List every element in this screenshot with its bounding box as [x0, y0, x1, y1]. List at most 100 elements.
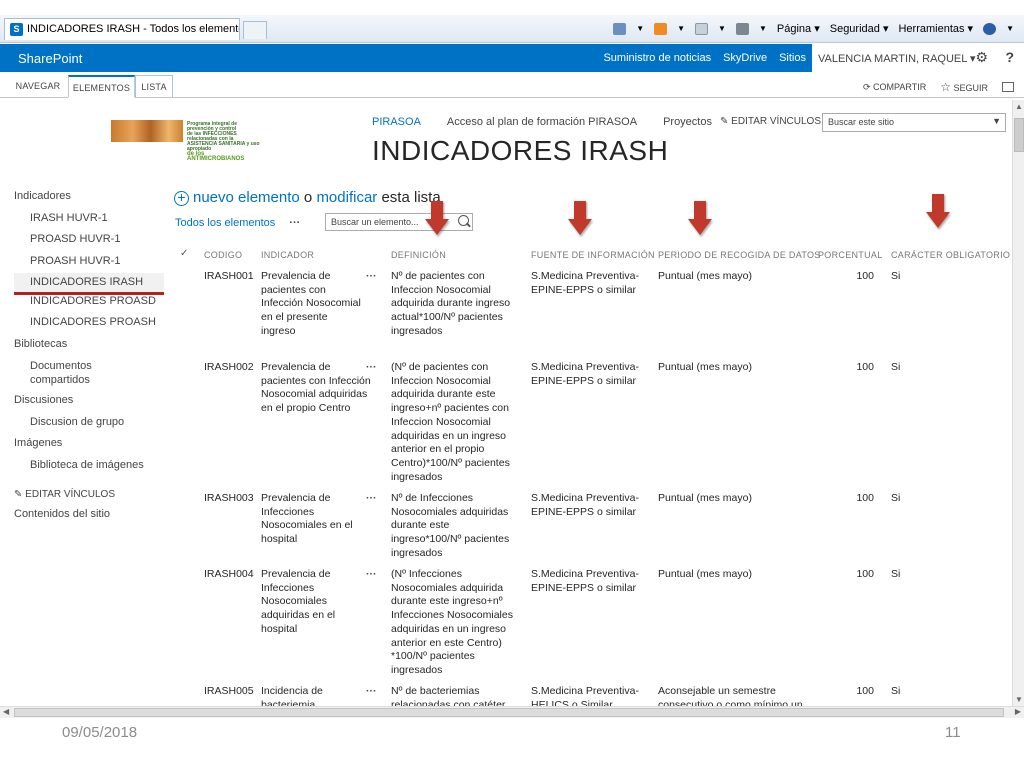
rss-icon[interactable] [654, 22, 668, 35]
horizontal-scrollbar[interactable]: ◀ ▶ [0, 706, 1024, 718]
annotation-arrow-down [568, 201, 592, 237]
slide-number: 11 [945, 724, 961, 741]
logo-text: Programa integral de prevención y contro… [187, 121, 260, 163]
home-icon[interactable] [613, 22, 627, 35]
search-icon[interactable] [458, 215, 469, 226]
tab-elementos[interactable]: ELEMENTOS [68, 75, 135, 98]
nav-item-documentos[interactable]: Documentos compartidos [14, 359, 124, 394]
scroll-up-icon[interactable]: ▲ [1015, 102, 1023, 111]
scroll-right-icon[interactable]: ▶ [1015, 707, 1021, 716]
sharepoint-brand[interactable]: SharePoint [18, 51, 82, 66]
scroll-down-icon[interactable]: ▼ [1015, 695, 1023, 704]
item-menu-icon[interactable]: ··· [366, 685, 377, 699]
menu-seguridad[interactable]: Seguridad ▾ [830, 22, 889, 35]
vertical-scrollbar[interactable]: ▲ ▼ [1012, 100, 1024, 706]
browser-toolbar: S INDICADORES IRASH - Todos los elemento… [0, 15, 1024, 43]
col-caracter[interactable]: CARÁCTER OBLIGATORIO [891, 250, 1010, 260]
view-more-icon[interactable]: ··· [289, 217, 300, 229]
sharepoint-icon: S [10, 23, 23, 36]
ribbon: NAVEGAR ELEMENTOS LISTA ⟳ COMPARTIR ☆ SE… [0, 72, 1024, 98]
cell-periodo: Puntual (mes mayo) [658, 270, 752, 282]
nav-heading-bibliotecas[interactable]: Bibliotecas [14, 338, 164, 360]
suite-bar: SharePoint Suministro de noticias SkyDri… [0, 44, 1024, 72]
suite-link-sites[interactable]: Sitios [779, 52, 806, 64]
list-search-input[interactable]: Buscar un elemento... [325, 213, 473, 231]
cell-indicador[interactable]: Prevalencia de Infecciones Nosocomiales … [261, 568, 361, 637]
suite-links: Suministro de noticias SkyDrive Sitios [603, 52, 806, 64]
nav-heading-discusiones[interactable]: Discusiones [14, 394, 164, 416]
vertical-scroll-thumb[interactable] [1014, 118, 1024, 152]
chevron-down-icon[interactable]: ▼ [992, 116, 1001, 126]
pirasoa-logo[interactable]: Programa integral de prevención y contro… [111, 120, 261, 162]
nav-item-indicadores-irash[interactable]: INDICADORES IRASH [14, 273, 164, 295]
cell-indicador[interactable]: Incidencia de bacteriemia [261, 685, 331, 706]
follow-button[interactable]: ☆ SEGUIR [940, 80, 988, 94]
ribbon-actions: ⟳ COMPARTIR ☆ SEGUIR [863, 80, 1014, 94]
focus-content-icon[interactable] [1002, 82, 1014, 92]
browser-tab[interactable]: S INDICADORES IRASH - Todos los elemento… [4, 18, 240, 40]
suite-link-newsfeed[interactable]: Suministro de noticias [603, 52, 711, 64]
browser-tab-title: INDICADORES IRASH - Todos los elementos [27, 23, 240, 35]
table-row[interactable]: IRASH005 Incidencia de bacteriemia ··· N… [0, 685, 1010, 706]
edit-links-left[interactable]: ✎ EDITAR VÍNCULOS [14, 489, 164, 508]
cell-indicador[interactable]: Prevalencia de pacientes con Infección N… [261, 270, 361, 339]
nav-item-discusion-grupo[interactable]: Discusion de grupo [14, 416, 164, 438]
scroll-left-icon[interactable]: ◀ [3, 707, 9, 716]
select-all-checkbox[interactable]: ✓ [180, 248, 189, 259]
col-porcentual[interactable]: PORCENTUAL [818, 250, 883, 260]
cell-definicion: (Nº de pacientes con Infeccion Nosocomia… [391, 361, 510, 483]
nav-site-contents[interactable]: Contenidos del sitio [14, 508, 164, 530]
nav-item-biblioteca-imagenes[interactable]: Biblioteca de imágenes [14, 459, 164, 481]
col-indicador[interactable]: INDICADOR [261, 250, 314, 260]
new-item-link[interactable]: nuevo elemento [193, 189, 300, 206]
suite-link-skydrive[interactable]: SkyDrive [723, 52, 767, 64]
new-tab-button[interactable] [243, 21, 267, 39]
nav-heading-indicadores[interactable]: Indicadores [14, 190, 164, 212]
col-fuente[interactable]: FUENTE DE INFORMACIÓN [531, 250, 655, 260]
horizontal-scroll-thumb[interactable] [14, 708, 1004, 717]
star-icon: ☆ [940, 80, 951, 94]
item-menu-icon[interactable]: ··· [366, 492, 377, 506]
share-button[interactable]: ⟳ COMPARTIR [863, 82, 926, 93]
mail-icon[interactable] [695, 22, 709, 35]
help-question-icon[interactable]: ? [1005, 49, 1014, 65]
cell-codigo: IRASH004 [204, 568, 254, 580]
view-selector: Todos los elementos ··· [175, 217, 300, 229]
tab-lista[interactable]: LISTA [135, 75, 173, 98]
cell-periodo: Puntual (mes mayo) [658, 361, 752, 373]
topnav-proyectos[interactable]: Proyectos [663, 116, 712, 128]
col-definicion[interactable]: DEFINICIÓN [391, 250, 446, 260]
nav-item-indicadores-proash[interactable]: INDICADORES PROASH [14, 316, 164, 338]
print-icon[interactable] [735, 22, 749, 35]
add-icon[interactable]: + [174, 190, 189, 206]
modify-list-link[interactable]: modificar [316, 189, 377, 206]
site-search-input[interactable]: Buscar este sitio ▼ [822, 113, 1006, 132]
nav-item-proasd-huvr[interactable]: PROASD HUVR-1 [14, 233, 164, 255]
menu-pagina[interactable]: Página ▾ [777, 22, 820, 35]
topnav-pirasoa[interactable]: PIRASOA [372, 116, 421, 128]
cell-fuente: S.Medicina Preventiva-EPINE-EPPS o simil… [531, 492, 639, 518]
nav-item-irash-huvr[interactable]: IRASH HUVR-1 [14, 212, 164, 234]
item-menu-icon[interactable]: ··· [366, 270, 377, 284]
help-icon[interactable] [983, 22, 997, 35]
nav-heading-imagenes[interactable]: Imágenes [14, 437, 164, 459]
view-all-items[interactable]: Todos los elementos [175, 217, 275, 229]
tab-navegar[interactable]: NAVEGAR [8, 75, 68, 98]
menu-herramientas[interactable]: Herramientas ▾ [898, 22, 973, 35]
item-menu-icon[interactable]: ··· [366, 568, 377, 582]
cell-porcentual: 100 [856, 568, 874, 580]
cell-caracter: Si [891, 568, 901, 580]
edit-links-top[interactable]: ✎ EDITAR VÍNCULOS [720, 116, 821, 127]
cell-codigo: IRASH005 [204, 685, 254, 697]
nav-item-indicadores-proasd[interactable]: INDICADORES PROASD [14, 295, 164, 317]
cell-porcentual: 100 [856, 270, 874, 282]
col-codigo[interactable]: CODIGO [204, 250, 242, 260]
user-menu[interactable]: VALENCIA MARTIN, RAQUEL ▾ ⚙ ? [812, 44, 1024, 72]
cell-indicador[interactable]: Prevalencia de pacientes con Infección N… [261, 361, 371, 416]
item-menu-icon[interactable]: ··· [366, 361, 377, 375]
gear-icon[interactable]: ⚙ [975, 49, 988, 66]
col-periodo[interactable]: PERIODO DE RECOGIDA DE DATOS [658, 250, 821, 260]
cell-indicador[interactable]: Prevalencia de Infecciones Nosocomiales … [261, 492, 361, 547]
topnav-plan-formacion[interactable]: Acceso al plan de formación PIRASOA [447, 116, 637, 128]
cell-definicion: (Nº Infecciones Nosocomiales adquirida d… [391, 568, 513, 676]
